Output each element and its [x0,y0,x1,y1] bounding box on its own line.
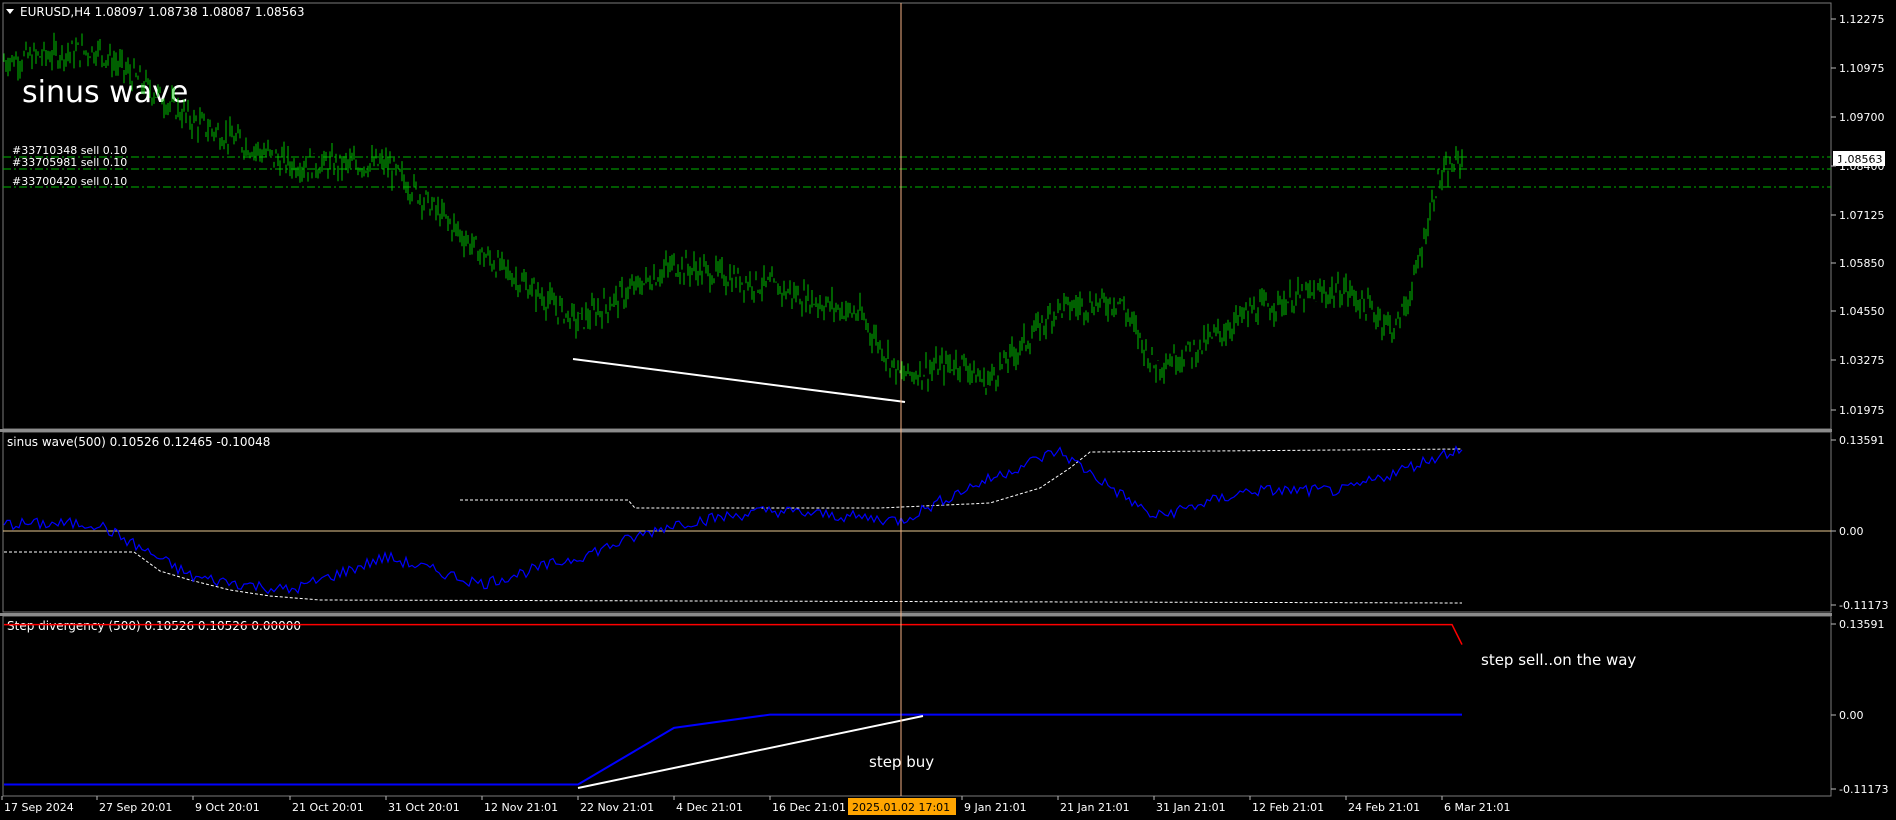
time-tick-label: 6 Mar 21:01 [1444,801,1510,814]
price-tick-label: 1.08400 [1839,160,1885,173]
time-tick-label: 12 Nov 21:01 [484,801,558,814]
price-tick-label: 1.10975 [1839,62,1885,75]
time-tick-label: 31 Jan 21:01 [1156,801,1226,814]
step-tick-label: -0.11173 [1839,783,1888,796]
time-tick-label: 27 Sep 20:01 [99,801,172,814]
time-tick-label: 21 Oct 20:01 [292,801,364,814]
crosshair-date: 2025.01.02 17:01 [852,801,950,814]
price-tick-label: 1.05850 [1839,257,1885,270]
price-axis: 1.12275 1.10975 1.09700 1.08400 1.07125 1.058… [1831,13,1885,417]
sinus-tick-label: 0.13591 [1839,434,1885,447]
annotation-title: sinus wave [22,75,188,110]
panel-separator-1[interactable] [0,429,1832,432]
step-buy-annotation: step buy [869,753,934,771]
order-label: #33700420 sell 0.10 [12,175,127,188]
step-panel-title: Step divergency (500) 0.10526 0.10526 0.… [7,619,301,633]
trading-chart[interactable]: EURUSD,H4 1.08097 1.08738 1.08087 1.0856… [0,0,1896,820]
sinus-tick-label: -0.11173 [1839,599,1888,612]
time-tick-label: 17 Sep 2024 [4,801,74,814]
price-tick-label: 1.01975 [1839,404,1885,417]
time-tick-label: 9 Jan 21:01 [964,801,1027,814]
chart-background [0,0,1896,820]
time-tick-label: 4 Dec 21:01 [676,801,743,814]
price-tick-label: 1.12275 [1839,13,1885,26]
sinus-panel-title: sinus wave(500) 0.10526 0.12465 -0.10048 [7,435,270,449]
order-label: #33705981 sell 0.10 [12,156,127,169]
time-tick-label: 21 Jan 21:01 [1060,801,1130,814]
time-tick-label: 31 Oct 20:01 [388,801,460,814]
time-tick-label: 9 Oct 20:01 [195,801,260,814]
sinus-tick-label: 0.00 [1839,525,1864,538]
time-tick-label: 12 Feb 21:01 [1252,801,1324,814]
step-tick-label: 0.00 [1839,709,1864,722]
step-sell-annotation: step sell..on the way [1481,651,1636,669]
time-tick-label: 24 Feb 21:01 [1348,801,1420,814]
step-tick-label: 0.13591 [1839,618,1885,631]
time-tick-label: 22 Nov 21:01 [580,801,654,814]
panel-separator-2[interactable] [0,613,1832,616]
price-tick-label: 1.04550 [1839,305,1885,318]
time-tick-label: 16 Dec 21:01 [772,801,846,814]
price-tick-label: 1.07125 [1839,209,1885,222]
price-tick-label: 1.09700 [1839,111,1885,124]
symbol-header: EURUSD,H4 1.08097 1.08738 1.08087 1.0856… [20,5,305,19]
price-tick-label: 1.03275 [1839,354,1885,367]
